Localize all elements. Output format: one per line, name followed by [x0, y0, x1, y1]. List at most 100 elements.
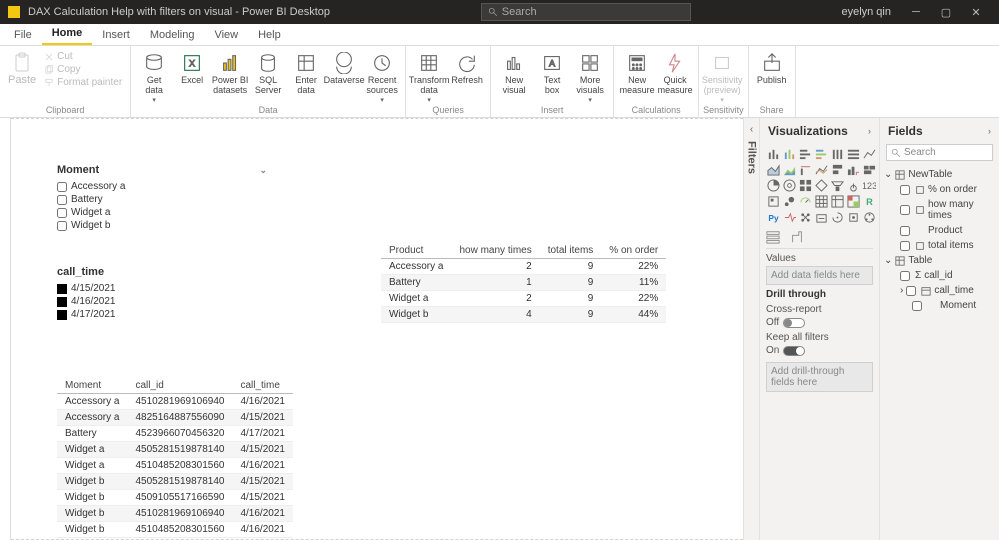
checkbox[interactable]: [57, 221, 67, 231]
chevron-down-icon[interactable]: ⌄: [259, 165, 267, 176]
table-table[interactable]: ⌄Table: [884, 253, 995, 268]
col-hmt[interactable]: how many times: [451, 243, 539, 259]
viz-type-button[interactable]: [814, 178, 828, 192]
table-row[interactable]: Widget b45104852083015604/16/2021: [57, 522, 293, 538]
viz-type-button[interactable]: [862, 146, 876, 160]
summary-table-visual[interactable]: Product how many times total items % on …: [381, 243, 666, 323]
field-how-many-times[interactable]: how many times: [884, 197, 995, 223]
slicer-item[interactable]: 4/17/2021: [57, 308, 217, 321]
table-row[interactable]: Widget a2922%: [381, 291, 666, 307]
table-row[interactable]: Widget b4944%: [381, 307, 666, 323]
viz-type-button[interactable]: [814, 146, 828, 160]
detail-table-visual[interactable]: Moment call_id call_time Accessory a4510…: [57, 378, 293, 538]
drillthrough-well[interactable]: Add drill-through fields here: [766, 362, 873, 392]
search-box[interactable]: Search: [481, 3, 691, 21]
field-call-id[interactable]: Σcall_id: [884, 268, 995, 283]
col-pct[interactable]: % on order: [601, 243, 666, 259]
format-well-icon[interactable]: [790, 230, 804, 244]
text-box-button[interactable]: ATextbox: [533, 48, 571, 96]
viz-type-button[interactable]: [814, 162, 828, 176]
table-row[interactable]: Widget a45052815198781404/15/2021: [57, 442, 293, 458]
new-visual-button[interactable]: Newvisual: [495, 48, 533, 96]
quick-measure-button[interactable]: Quickmeasure: [656, 48, 694, 96]
tab-home[interactable]: Home: [42, 23, 93, 45]
recent-sources-button[interactable]: Recentsources▾: [363, 48, 401, 104]
slicer-calltime[interactable]: call_time 4/15/20214/16/20214/17/2021: [57, 266, 217, 321]
checkbox[interactable]: [57, 195, 67, 205]
field-moment[interactable]: Moment: [884, 298, 995, 313]
viz-type-button[interactable]: [846, 146, 860, 160]
viz-type-button[interactable]: [830, 146, 844, 160]
viz-type-button[interactable]: [798, 146, 812, 160]
viz-type-button[interactable]: [782, 194, 796, 208]
maximize-button[interactable]: ▢: [931, 6, 961, 19]
filters-pane-collapsed[interactable]: ‹ Filters: [743, 118, 759, 540]
viz-type-button[interactable]: [782, 210, 796, 224]
viz-type-button[interactable]: [830, 210, 844, 224]
col-total[interactable]: total items: [540, 243, 602, 259]
table-row[interactable]: Accessory a2922%: [381, 259, 666, 275]
slicer-item[interactable]: Widget a: [57, 206, 267, 219]
minimize-button[interactable]: ─: [901, 6, 931, 18]
view-switcher[interactable]: [0, 118, 11, 540]
field-product[interactable]: Product: [884, 223, 995, 238]
slicer-item[interactable]: Widget b: [57, 219, 267, 232]
table-row[interactable]: Accessory a48251648875560904/15/2021: [57, 410, 293, 426]
fields-search[interactable]: Search: [886, 144, 993, 161]
viz-type-button[interactable]: R: [862, 194, 876, 208]
viz-type-button[interactable]: [862, 162, 876, 176]
dataverse-button[interactable]: Dataverse: [325, 48, 363, 86]
slicer-item[interactable]: 4/15/2021: [57, 282, 217, 295]
viz-type-button[interactable]: [766, 146, 780, 160]
table-newtable[interactable]: ⌄NewTable: [884, 167, 995, 182]
tab-file[interactable]: File: [4, 25, 42, 45]
transform-data-button[interactable]: Transformdata▾: [410, 48, 448, 104]
viz-type-button[interactable]: [846, 210, 860, 224]
viz-type-button[interactable]: [862, 210, 876, 224]
table-row[interactable]: Widget b45102819691069404/16/2021: [57, 506, 293, 522]
table-row[interactable]: Widget b45052815198781404/15/2021: [57, 474, 293, 490]
cross-report-toggle[interactable]: [783, 318, 805, 328]
get-data-button[interactable]: Getdata▾: [135, 48, 173, 104]
field-pct-on-order[interactable]: % on order: [884, 182, 995, 197]
chevron-right-icon[interactable]: ›: [988, 126, 991, 136]
col-callid[interactable]: call_id: [127, 378, 232, 394]
checkbox[interactable]: [57, 208, 67, 218]
viz-type-button[interactable]: [830, 162, 844, 176]
viz-type-button[interactable]: [798, 210, 812, 224]
slicer-item[interactable]: 4/16/2021: [57, 295, 217, 308]
field-total-items[interactable]: total items: [884, 238, 995, 253]
fields-well-icon[interactable]: [766, 230, 780, 244]
col-moment[interactable]: Moment: [57, 378, 127, 394]
viz-type-button[interactable]: [766, 194, 780, 208]
viz-type-button[interactable]: [782, 162, 796, 176]
table-row[interactable]: Battery45239660704563204/17/2021: [57, 426, 293, 442]
tab-view[interactable]: View: [204, 25, 248, 45]
close-button[interactable]: ✕: [961, 6, 991, 19]
new-measure-button[interactable]: Newmeasure: [618, 48, 656, 96]
viz-type-button[interactable]: 123: [862, 178, 876, 192]
pbi-datasets-button[interactable]: Power BIdatasets: [211, 48, 249, 96]
table-row[interactable]: Accessory a45102819691069404/16/2021: [57, 394, 293, 410]
slicer-item[interactable]: Accessory a: [57, 180, 267, 193]
viz-type-button[interactable]: [798, 194, 812, 208]
tab-insert[interactable]: Insert: [92, 25, 140, 45]
viz-type-button[interactable]: [814, 194, 828, 208]
excel-button[interactable]: XExcel: [173, 48, 211, 86]
checkbox[interactable]: [57, 182, 67, 192]
viz-type-button[interactable]: [782, 178, 796, 192]
slicer-item[interactable]: Battery: [57, 193, 267, 206]
viz-type-button[interactable]: [766, 162, 780, 176]
viz-type-button[interactable]: [830, 194, 844, 208]
table-row[interactable]: Widget a45104852083015604/16/2021: [57, 458, 293, 474]
slicer-moment[interactable]: Moment⌄ Accessory aBatteryWidget aWidget…: [57, 164, 267, 232]
tab-help[interactable]: Help: [248, 25, 291, 45]
table-row[interactable]: Battery1911%: [381, 275, 666, 291]
table-row[interactable]: Widget b45091055171665904/15/2021: [57, 490, 293, 506]
viz-type-button[interactable]: [798, 178, 812, 192]
sql-server-button[interactable]: SQLServer: [249, 48, 287, 96]
keep-filters-toggle[interactable]: [783, 346, 805, 356]
viz-type-button[interactable]: [798, 162, 812, 176]
col-product[interactable]: Product: [381, 243, 451, 259]
viz-type-button[interactable]: [814, 210, 828, 224]
